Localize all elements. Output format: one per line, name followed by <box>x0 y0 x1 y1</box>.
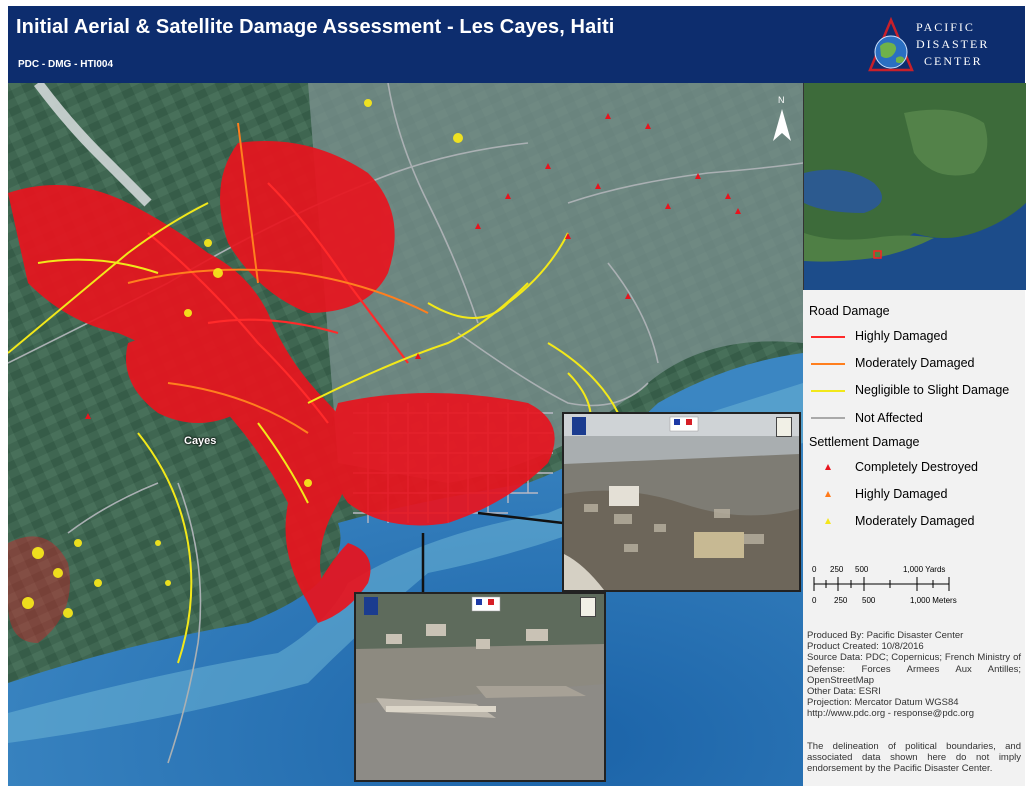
map-header: Initial Aerial & Satellite Damage Assess… <box>8 6 1025 83</box>
badge-icon <box>572 417 586 435</box>
scale-meter-label: 1,000 Meters <box>910 596 957 605</box>
overview-inset-map[interactable] <box>803 83 1026 290</box>
legend-settlement-symbol <box>825 464 831 470</box>
credits-block: Produced By: Pacific Disaster Center Pro… <box>807 630 1021 720</box>
legend-road-swatch <box>811 363 845 365</box>
legend-road-title: Road Damage <box>809 304 890 318</box>
legend-settlement-item: Highly Damaged <box>855 487 948 501</box>
north-arrow: N <box>772 95 792 145</box>
credit-web[interactable]: http://www.pdc.org - response@pdc.org <box>807 708 1021 719</box>
credit-produced-by: Produced By: Pacific Disaster Center <box>807 630 964 641</box>
scale-meter-label: 500 <box>862 596 876 605</box>
north-arrow-icon <box>773 109 791 141</box>
legend-road-item: Moderately Damaged <box>855 356 975 370</box>
logo-text-line: PACIFIC <box>916 20 975 34</box>
badge-icon <box>776 417 792 437</box>
aerial-photo-image <box>564 414 799 590</box>
map-code: PDC - DMG - HTI004 <box>18 59 114 70</box>
legend-settlement-symbol <box>825 491 831 497</box>
map-title: Initial Aerial & Satellite Damage Assess… <box>16 16 615 38</box>
credit-projection: Projection: Mercator Datum WGS84 <box>807 697 959 709</box>
aerial-photo-pier[interactable] <box>354 592 606 782</box>
legend-road-item: Highly Damaged <box>855 329 948 343</box>
overview-canvas <box>804 83 1026 290</box>
logo-text-line: CENTER <box>924 54 983 68</box>
legend-settlement-item: Moderately Damaged <box>855 514 975 528</box>
logo-text-line: DISASTER <box>916 37 990 51</box>
badge-icon <box>580 597 596 617</box>
credit-created: Product Created: 10/8/2016 <box>807 641 924 653</box>
scale-yard-label: 500 <box>855 565 869 574</box>
city-label-cayes: Cayes <box>184 435 217 447</box>
aerial-photo-town[interactable] <box>562 412 801 592</box>
legend-settlement-symbol <box>825 518 831 524</box>
legend-road-item: Not Affected <box>855 411 923 425</box>
scale-bar: 0 250 500 1,000 Yards 0 250 500 1,000 Me… <box>811 565 1021 615</box>
scale-meter-label: 0 <box>812 596 817 605</box>
legend-road-swatch <box>811 417 845 419</box>
pdc-logo: PACIFIC DISASTER CENTER <box>866 16 1006 78</box>
legend-settlement-item: Completely Destroyed <box>855 460 978 474</box>
north-label: N <box>778 95 785 105</box>
scale-yard-label: 250 <box>830 565 844 574</box>
globe-icon <box>868 16 914 72</box>
legend-road-item: Negligible to Slight Damage <box>855 383 1010 397</box>
credit-source: Source Data: PDC; Copernicus; French Min… <box>807 652 1021 686</box>
scale-yard-label: 0 <box>812 565 817 574</box>
aerial-photo-image <box>356 594 604 780</box>
legend-panel: Road Damage Highly Damaged Moderately Da… <box>803 290 1025 786</box>
scale-meter-label: 250 <box>834 596 848 605</box>
scale-yard-label: 1,000 Yards <box>903 565 946 574</box>
badge-icon <box>364 597 378 615</box>
legend-road-swatch <box>811 390 845 392</box>
legend-road-swatch <box>811 336 845 338</box>
disclaimer: The delineation of political boundaries,… <box>807 741 1021 775</box>
legend-settlement-title: Settlement Damage <box>809 435 920 449</box>
credit-other: Other Data: ESRI <box>807 686 881 698</box>
